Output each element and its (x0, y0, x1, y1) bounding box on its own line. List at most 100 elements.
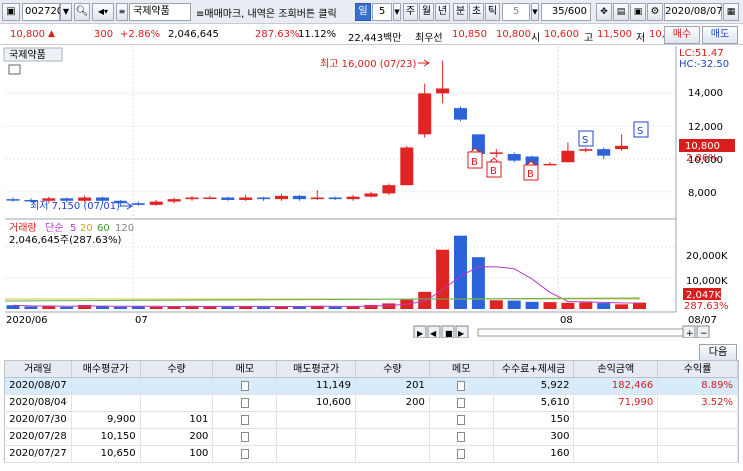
period-year-button[interactable]: 년 (435, 3, 450, 21)
period-month-button[interactable]: 월 (419, 3, 434, 21)
stock-chart[interactable]: 국제약품 최고 16,000 (07/23) 최저 7,150 (07/01) … (0, 46, 743, 338)
col-buy-avg: 매수평균가 (72, 361, 141, 377)
grid-icon[interactable] (8, 64, 21, 75)
candle (615, 145, 629, 150)
volume-bar (454, 235, 467, 309)
current-pct-label: 2.86% (686, 153, 718, 164)
candle (597, 149, 611, 156)
period-n-select[interactable]: 5 (372, 3, 392, 21)
table-row[interactable]: 2020/07/28 10,150 200 300 (4, 429, 739, 446)
memo-icon[interactable] (240, 449, 249, 459)
volume-pct: 287.63% (255, 29, 300, 40)
data-count-field[interactable]: 35/600 (541, 3, 591, 21)
memo-icon[interactable] (240, 415, 249, 425)
period-week-button[interactable]: 주 (403, 3, 418, 21)
search-icon[interactable]: 🔍︎ (74, 3, 90, 21)
candle (382, 185, 396, 194)
candle (346, 196, 360, 200)
ma60-label: 60 (97, 223, 110, 234)
best-ask: 10,850 (452, 29, 487, 40)
sell-mark[interactable]: S (633, 121, 649, 138)
stock-code-input[interactable]: 002720 (22, 3, 63, 21)
period-minute-button[interactable]: 분 (453, 3, 468, 21)
menu-icon[interactable]: ▣ (2, 3, 20, 21)
settings-dots-icon[interactable]: ✥ (596, 3, 612, 21)
svg-text:+: + (686, 329, 694, 338)
memo-icon[interactable] (213, 429, 278, 445)
table-cell: 2020/07/30 (5, 412, 72, 428)
svg-text:▶: ▶ (417, 329, 424, 338)
table-cell: 5,922 (494, 378, 575, 394)
period-day-button[interactable]: 일 (355, 3, 371, 21)
calendar-icon[interactable]: ▦ (723, 3, 739, 21)
table-row[interactable]: 2020/08/04 10,600 200 5,610 71,990 3.52% (4, 395, 739, 412)
memo-icon[interactable] (213, 378, 278, 394)
toolbar: ▣ 002720 ▼ 🔍︎ ◀▾ ≡ 국제약품 ≡매매마크, 내역은 조회버튼 … (0, 0, 743, 24)
period-tick-button[interactable]: 틱 (485, 3, 500, 21)
chart-icon[interactable]: ▤ (613, 3, 629, 21)
tick-n-select[interactable]: 5 (502, 3, 530, 21)
gear-icon[interactable]: ⚙ (647, 3, 663, 21)
memo-icon[interactable] (457, 415, 466, 425)
table-cell: 10,150 (72, 429, 141, 445)
volume-bar (615, 304, 629, 309)
table-row[interactable]: 2020/07/27 10,650 100 160 (4, 446, 739, 463)
col-buy-qty: 수량 (141, 361, 214, 377)
memo-icon[interactable] (457, 432, 466, 442)
table-cell: 8.89% (658, 378, 738, 394)
chevron-down-icon[interactable]: ▼ (60, 3, 72, 21)
col-buy-memo: 메모 (213, 361, 278, 377)
memo-icon[interactable] (213, 412, 278, 428)
volume-current-tag-label: 2,047K (686, 290, 722, 301)
date-field[interactable]: 2020/08/07 (664, 3, 723, 21)
sell-button[interactable]: 매도 (702, 26, 738, 44)
y-tick-14000: 14,000 (688, 88, 723, 99)
volume-bar (579, 302, 593, 309)
chevron-down-icon[interactable]: ▼ (531, 3, 539, 21)
speaker-icon[interactable]: ◀▾ (92, 3, 114, 21)
memo-icon[interactable] (430, 395, 494, 411)
volume-bar (131, 306, 145, 309)
svg-text:▶: ▶ (458, 329, 465, 338)
buy-button[interactable]: 매수 (664, 26, 700, 44)
memo-icon[interactable] (430, 412, 494, 428)
svg-text:B: B (471, 157, 478, 168)
table-cell (72, 378, 141, 394)
volume-current-pct: 287.63% (684, 301, 729, 312)
turnover-rate: 11.12% (298, 29, 337, 40)
table-row[interactable]: 2020/08/07 11,149 201 5,922 182,466 8.89% (4, 378, 739, 395)
x-tick-2020-06: 2020/06 (6, 315, 48, 326)
candle (543, 163, 557, 166)
up-arrow-icon: ▲ (48, 29, 55, 39)
candle (221, 197, 235, 200)
save-icon[interactable]: ▣ (630, 3, 646, 21)
memo-icon[interactable] (430, 378, 494, 394)
table-cell: 3.52% (658, 395, 738, 411)
next-button[interactable]: 다음 (699, 344, 737, 361)
memo-icon[interactable] (240, 432, 249, 442)
period-second-button[interactable]: 초 (469, 3, 484, 21)
memo-icon[interactable] (430, 446, 494, 462)
table-cell: 101 (141, 412, 214, 428)
hc-indicator: HC:-32.50 (679, 59, 729, 70)
table-cell (356, 429, 430, 445)
memo-icon[interactable] (213, 395, 278, 411)
trade-mark-hint: ≡매매마크, 내역은 조회버튼 클릭 (196, 9, 337, 20)
sell-mark[interactable]: S (578, 130, 594, 147)
candle (436, 88, 450, 94)
table-cell: 100 (141, 446, 214, 462)
memo-icon[interactable] (213, 446, 278, 462)
candle (257, 197, 271, 200)
memo-icon[interactable] (430, 429, 494, 445)
memo-icon[interactable] (457, 398, 466, 408)
stock-name-field[interactable]: 국제약품 (129, 3, 191, 21)
memo-icon[interactable] (457, 449, 466, 459)
col-sell-avg: 매도평균가 (277, 361, 357, 377)
stock-picker-icon[interactable]: ≡ (116, 3, 128, 21)
memo-icon[interactable] (240, 398, 249, 408)
memo-icon[interactable] (240, 381, 249, 391)
chevron-down-icon[interactable]: ▼ (393, 3, 401, 21)
memo-icon[interactable] (457, 381, 466, 391)
col-return: 수익률 (658, 361, 738, 377)
table-row[interactable]: 2020/07/30 9,900 101 150 (4, 412, 739, 429)
